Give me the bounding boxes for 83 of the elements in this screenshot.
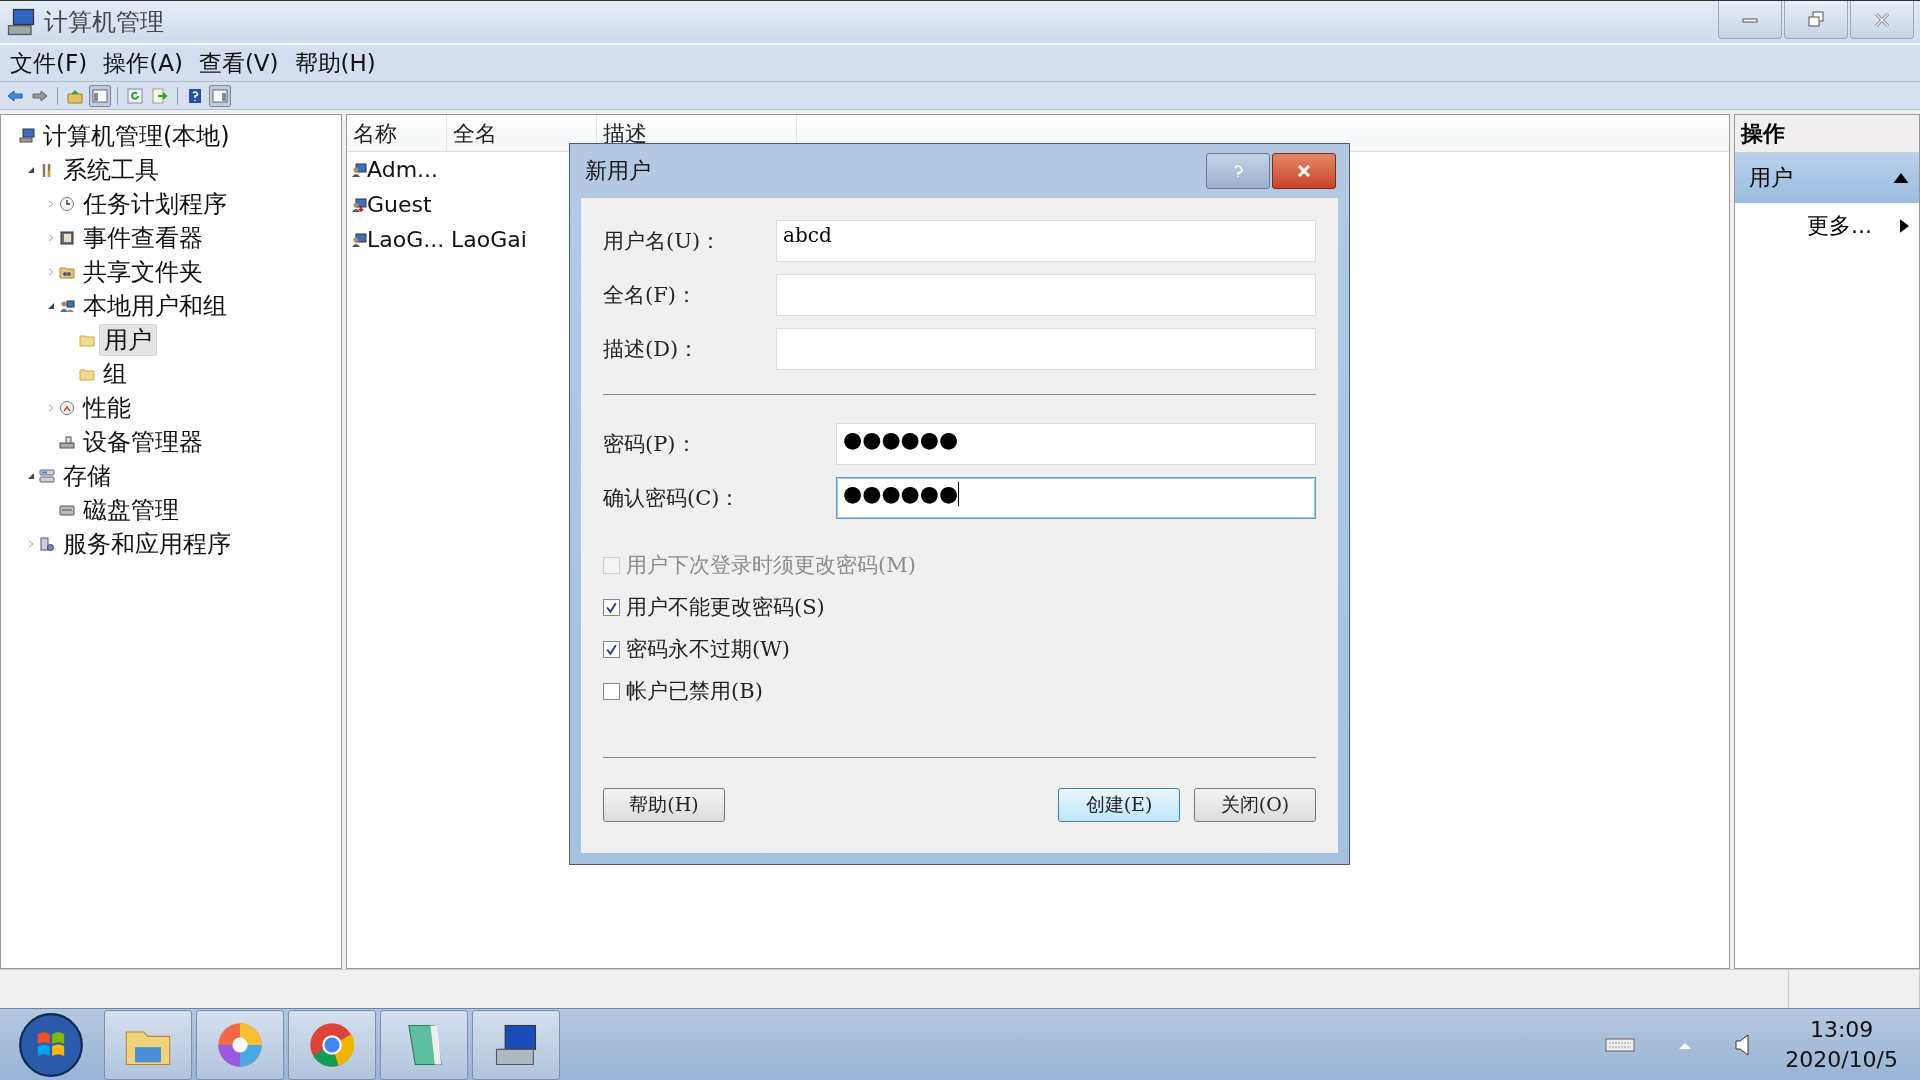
- checkbox-label[interactable]: 密码永不过期(W): [626, 635, 790, 663]
- field-label: 全名(F)：: [603, 282, 698, 309]
- tree-item[interactable]: 本地用户和组: [79, 291, 231, 321]
- collapse-arrow-icon[interactable]: [27, 472, 35, 480]
- checkbox[interactable]: [603, 640, 620, 658]
- field-label: 密码(P)：: [603, 431, 698, 458]
- action-link[interactable]: 更多...: [1807, 211, 1872, 241]
- taskbar-button[interactable]: [196, 1009, 284, 1080]
- collapse-triangle-icon: [1893, 173, 1909, 183]
- tree-item[interactable]: 组: [99, 359, 131, 389]
- users-icon: [59, 298, 75, 314]
- shared-folder-icon: [59, 264, 75, 280]
- table-cell: Adm...: [367, 157, 439, 182]
- minimize-button[interactable]: [1718, 1, 1782, 39]
- actions-title: 操作: [1735, 115, 1919, 153]
- pane-icon[interactable]: [209, 84, 231, 107]
- tree-item[interactable]: 用户: [99, 324, 157, 356]
- services-icon: [39, 536, 55, 552]
- taskbar-button[interactable]: [104, 1009, 192, 1080]
- password-field[interactable]: ●●●●●●: [836, 477, 1316, 519]
- dialog-button[interactable]: 帮助(H): [603, 788, 725, 822]
- column-header[interactable]: 名称: [347, 115, 447, 151]
- table-cell: LaoG...: [367, 227, 445, 252]
- start-button[interactable]: [18, 1011, 84, 1078]
- computer-management-icon: [6, 7, 36, 37]
- field-label: 确认密码(C)：: [603, 485, 742, 512]
- collapse-arrow-icon[interactable]: [47, 302, 55, 310]
- log-icon: [59, 230, 75, 246]
- menu-item[interactable]: 操作(A): [103, 47, 183, 79]
- folder-icon: [79, 332, 95, 348]
- folder-icon: [79, 366, 95, 382]
- speaker-icon[interactable]: [1735, 1031, 1752, 1058]
- show-hidden-icons-icon[interactable]: [1679, 1040, 1692, 1049]
- checkbox[interactable]: [603, 682, 620, 700]
- close-button[interactable]: [1272, 153, 1336, 189]
- question-mark-icon: [1233, 164, 1243, 178]
- input-field[interactable]: [776, 328, 1316, 370]
- checkbox[interactable]: [603, 598, 620, 616]
- collapse-arrow-icon[interactable]: [27, 166, 35, 174]
- tree-item[interactable]: 性能: [79, 393, 135, 423]
- restore-button[interactable]: [1784, 1, 1848, 39]
- table-cell: LaoGai: [451, 227, 527, 252]
- taskbar-button[interactable]: [472, 1009, 560, 1080]
- actions-section-header[interactable]: 用户: [1735, 153, 1919, 203]
- field-label: 描述(D)：: [603, 336, 701, 363]
- menu-item[interactable]: 查看(V): [198, 47, 279, 79]
- tree-item[interactable]: 服务和应用程序: [59, 529, 235, 559]
- storage-icon: [39, 468, 55, 484]
- tree-item[interactable]: 计算机管理(本地): [39, 121, 234, 151]
- keyboard-icon[interactable]: [1605, 1036, 1636, 1053]
- gauge-icon: [59, 400, 75, 416]
- taskbar-button[interactable]: [288, 1009, 376, 1080]
- field-label: 用户名(U)：: [603, 228, 723, 255]
- tree-item[interactable]: 共享文件夹: [79, 257, 207, 287]
- clock[interactable]: 13:09 2020/10/5: [1785, 1014, 1898, 1075]
- menu-item[interactable]: 文件(F): [10, 47, 88, 79]
- dialog-button[interactable]: 关闭(O): [1194, 788, 1316, 822]
- computer-icon: [19, 128, 35, 144]
- submenu-arrow-icon[interactable]: [1900, 218, 1909, 234]
- dialog-button[interactable]: 创建(E): [1058, 788, 1180, 822]
- clock-time: 13:09: [1809, 1015, 1874, 1044]
- checkbox-label[interactable]: 用户不能更改密码(S): [626, 593, 825, 621]
- checkbox-label[interactable]: 帐户已禁用(B): [626, 677, 763, 705]
- clock-date: 2020/10/5: [1785, 1045, 1898, 1074]
- input-field[interactable]: [776, 274, 1316, 316]
- tree-item[interactable]: 事件查看器: [79, 223, 207, 253]
- table-cell: Guest: [367, 192, 432, 217]
- device-icon: [59, 434, 75, 450]
- pane-icon[interactable]: [89, 84, 111, 107]
- password-field[interactable]: ●●●●●●: [836, 423, 1316, 465]
- clock-icon: [59, 196, 75, 212]
- window-title: 计算机管理: [44, 7, 164, 38]
- taskbar-button[interactable]: [380, 1009, 468, 1080]
- close-icon: [1297, 164, 1311, 178]
- dialog-title: 新用户: [585, 157, 651, 185]
- restore-icon: [1806, 9, 1826, 30]
- input-field[interactable]: abcd: [776, 220, 1316, 262]
- tree-item[interactable]: 设备管理器: [79, 427, 207, 457]
- tree-item[interactable]: 磁盘管理: [79, 495, 183, 525]
- tree-item[interactable]: 任务计划程序: [79, 189, 231, 219]
- menu-item[interactable]: 帮助(H): [294, 47, 376, 79]
- tree-item[interactable]: 存储: [59, 461, 115, 491]
- tree-item[interactable]: 系统工具: [59, 155, 163, 185]
